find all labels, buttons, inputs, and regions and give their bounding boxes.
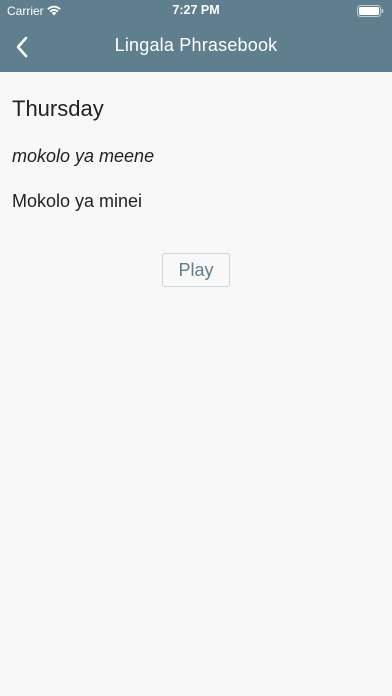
pronunciation-text: Mokolo ya minei xyxy=(12,191,143,211)
lingala-translation: mokolo ya meene xyxy=(12,146,155,166)
english-term: Thursday xyxy=(12,96,104,121)
header: Carrier 7:27 PM Lingala Phrasebook xyxy=(0,0,392,72)
status-time: 7:27 PM xyxy=(172,3,220,17)
page-title: Lingala Phrasebook xyxy=(114,35,278,55)
status-bar: Carrier 7:27 PM xyxy=(0,0,392,22)
phrase-detail-screen: Carrier 7:27 PM Lingala Phrasebook Thurs… xyxy=(0,0,392,696)
navigation-bar: Lingala Phrasebook xyxy=(0,22,392,72)
play-button[interactable]: Play xyxy=(162,253,230,287)
battery-icon xyxy=(357,5,384,17)
